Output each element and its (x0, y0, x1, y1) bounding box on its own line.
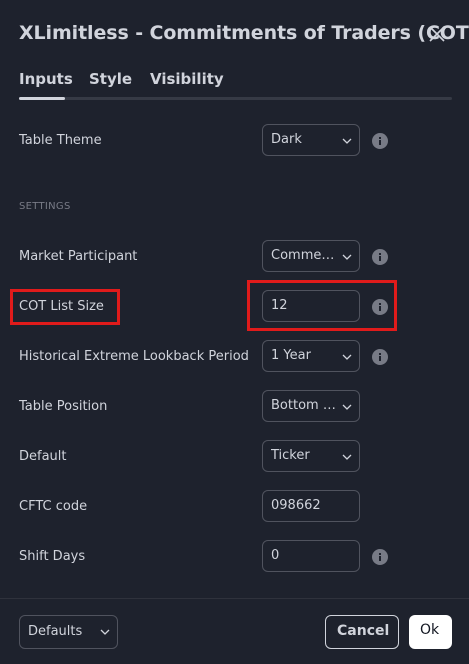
info-icon[interactable] (372, 133, 388, 149)
table-theme-select[interactable]: Dark (262, 124, 360, 156)
cftc-code-value: 098662 (271, 498, 321, 513)
info-icon[interactable] (372, 349, 388, 365)
default-select[interactable]: Ticker (262, 440, 360, 472)
cot-list-size-value: 12 (271, 298, 288, 313)
market-participant-label: Market Participant (19, 249, 138, 264)
table-position-label: Table Position (19, 399, 108, 414)
defaults-label: Defaults (28, 624, 83, 639)
table-theme-value: Dark (271, 132, 302, 147)
chevron-down-icon (100, 629, 110, 635)
cftc-code-label: CFTC code (19, 499, 88, 514)
shift-days-input[interactable]: 0 (262, 540, 360, 572)
table-position-select[interactable]: Bottom Right (262, 390, 360, 422)
shift-days-value: 0 (271, 548, 280, 563)
chevron-down-icon (342, 404, 352, 410)
market-participant-select[interactable]: Commercials (262, 240, 360, 272)
tab-track (19, 97, 452, 100)
tab-inputs[interactable]: Inputs (19, 70, 73, 88)
dialog-title: XLimitless - Commitments of Traders (COT… (19, 22, 469, 44)
market-participant-value: Commercials (271, 248, 337, 263)
info-icon[interactable] (372, 249, 388, 265)
cancel-label: Cancel (337, 623, 390, 639)
chevron-down-icon (342, 138, 352, 144)
chevron-down-icon (342, 454, 352, 460)
cot-list-size-label: COT List Size (19, 299, 104, 314)
close-icon[interactable] (427, 24, 447, 44)
indicator-settings-dialog: XLimitless - Commitments of Traders (COT… (0, 0, 469, 664)
table-position-value: Bottom Right (271, 398, 337, 413)
info-icon[interactable] (372, 299, 388, 315)
cot-list-size-input[interactable]: 12 (262, 290, 360, 322)
table-theme-label: Table Theme (19, 133, 102, 148)
footer-divider (0, 598, 469, 599)
historical-lookback-select[interactable]: 1 Year (262, 340, 360, 372)
historical-lookback-label: Historical Extreme Lookback Period (19, 349, 249, 364)
cftc-code-input[interactable]: 098662 (262, 490, 360, 522)
cancel-button[interactable]: Cancel (325, 615, 399, 649)
shift-days-label: Shift Days (19, 549, 86, 564)
active-tab-indicator (19, 97, 65, 100)
defaults-dropdown[interactable]: Defaults (19, 615, 118, 649)
ok-label: Ok (420, 622, 440, 638)
ok-button[interactable]: Ok (409, 615, 452, 649)
section-header-settings: SETTINGS (19, 201, 71, 212)
default-value: Ticker (271, 448, 310, 463)
tab-style[interactable]: Style (89, 70, 132, 88)
tab-visibility[interactable]: Visibility (150, 70, 224, 88)
chevron-down-icon (342, 254, 352, 260)
default-label: Default (19, 449, 67, 464)
historical-lookback-value: 1 Year (271, 348, 311, 363)
chevron-down-icon (342, 354, 352, 360)
info-icon[interactable] (372, 549, 388, 565)
